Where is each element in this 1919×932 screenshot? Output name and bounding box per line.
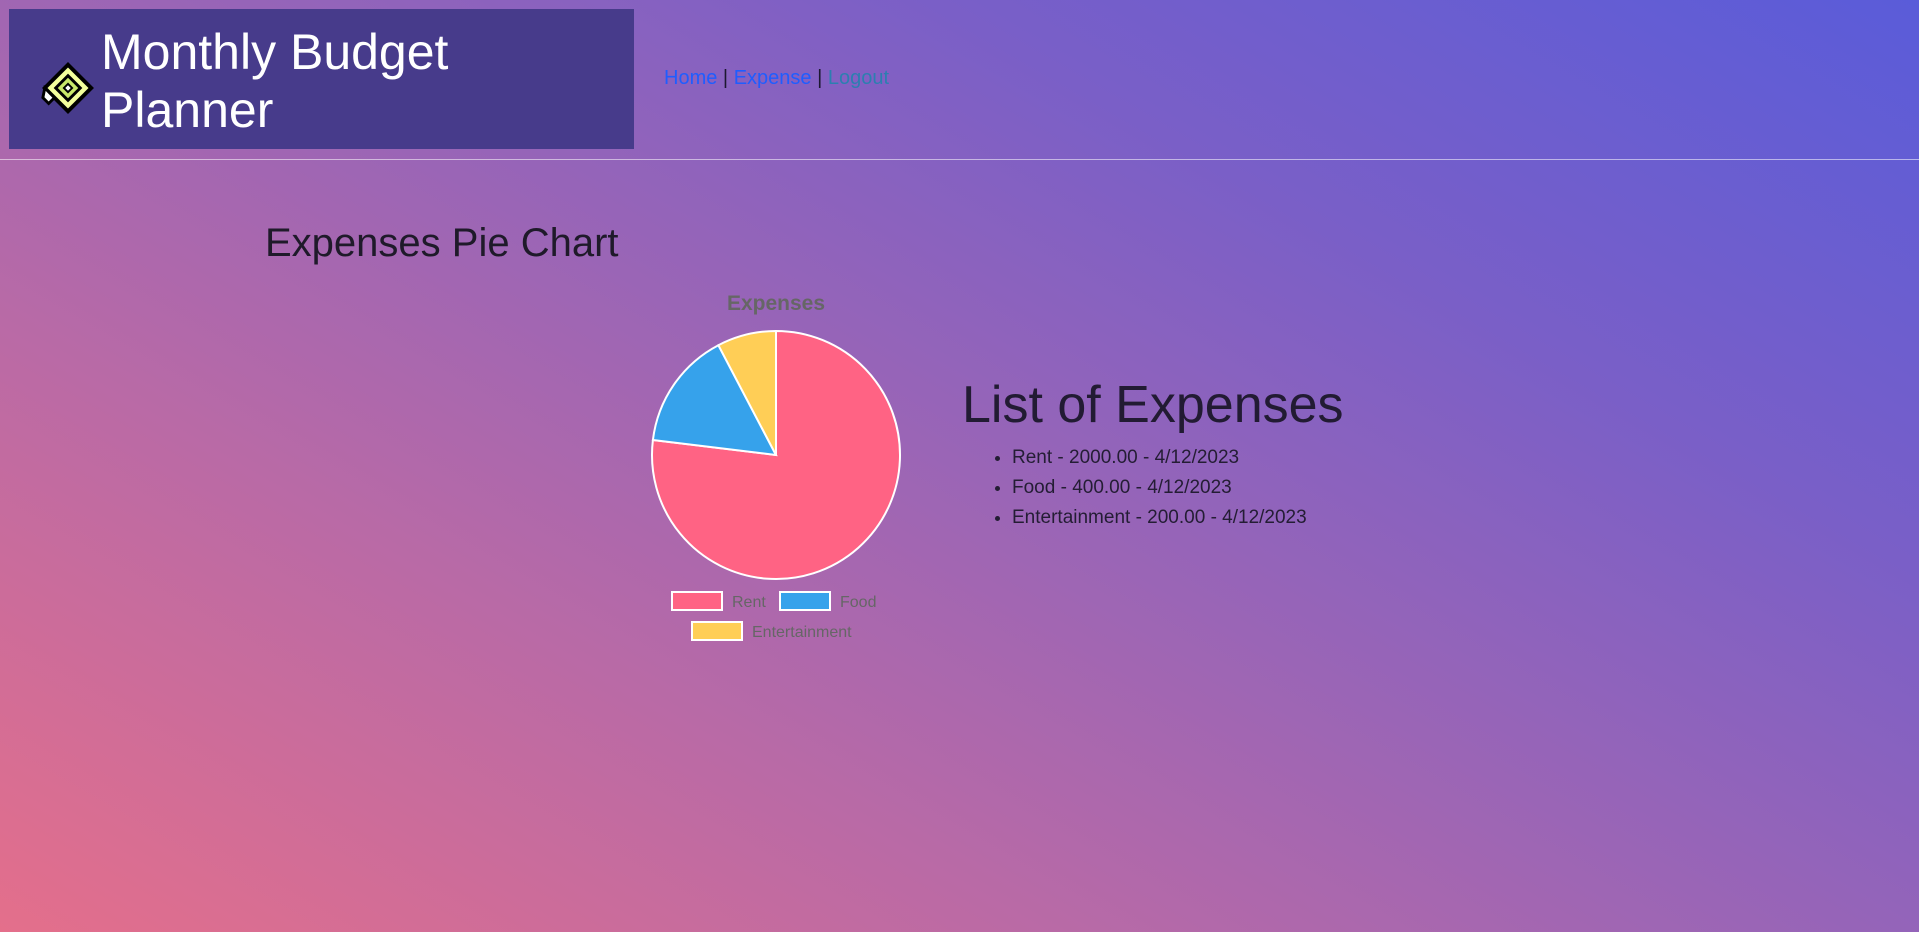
nav-links: Home | Expense | Logout xyxy=(664,67,889,90)
legend-item-food[interactable]: Food xyxy=(779,591,876,611)
puzzle-diamond-icon xyxy=(41,62,94,114)
app-title: Monthly Budget Planner xyxy=(101,24,449,138)
legend-label: Food xyxy=(840,594,876,611)
legend-swatch xyxy=(779,591,831,611)
legend-label: Rent xyxy=(732,594,766,611)
chart-title: Expenses xyxy=(727,292,825,315)
legend-label: Entertainment xyxy=(752,624,852,641)
legend-swatch xyxy=(671,591,723,611)
nav-expense-link[interactable]: Expense xyxy=(734,67,812,89)
nav-separator: | xyxy=(817,67,823,89)
brand-panel: Monthly Budget Planner xyxy=(9,9,634,149)
expense-list-panel: List of Expenses Rent - 2000.00 - 4/12/2… xyxy=(962,375,1462,533)
section-title: Expenses Pie Chart xyxy=(265,221,619,265)
list-item: Rent - 2000.00 - 4/12/2023 xyxy=(1012,443,1462,473)
legend-item-rent[interactable]: Rent xyxy=(671,591,766,611)
expenses-pie-chart: Expenses Rent Food Entertainment xyxy=(640,282,910,652)
nav-separator: | xyxy=(722,67,729,89)
nav-home-link[interactable]: Home xyxy=(664,67,717,89)
header-bar: Monthly Budget Planner Home | Expense | … xyxy=(0,0,1919,160)
list-item: Food - 400.00 - 4/12/2023 xyxy=(1012,473,1462,503)
legend-item-entertainment[interactable]: Entertainment xyxy=(691,621,852,641)
nav-logout-link[interactable]: Logout xyxy=(828,67,889,89)
pie-chart-svg: Expenses Rent Food Entertainment xyxy=(651,292,901,641)
list-title: List of Expenses xyxy=(962,376,1344,434)
expense-list: Rent - 2000.00 - 4/12/2023 Food - 400.00… xyxy=(962,443,1462,533)
list-item: Entertainment - 200.00 - 4/12/2023 xyxy=(1012,503,1462,533)
legend-swatch xyxy=(691,621,743,641)
